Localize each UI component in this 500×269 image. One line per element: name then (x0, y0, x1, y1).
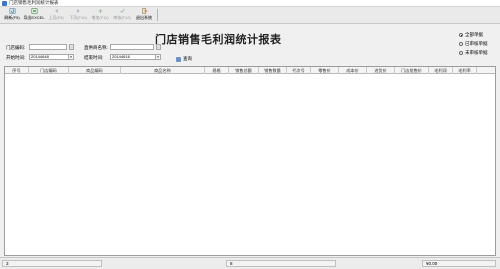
add-button[interactable]: 增加(F11) (89, 7, 111, 23)
option-unaudited-documents-label: 未审核单据 (465, 50, 488, 55)
window-title: 门店销售毛利润统计报表 (9, 0, 59, 5)
column-header[interactable]: 商品编码 (69, 67, 121, 74)
radio-checked-icon[interactable] (459, 33, 463, 37)
audit-icon (119, 8, 125, 13)
column-header[interactable]: 零售价 (311, 67, 339, 74)
start-time-label: 开始时间: (6, 55, 26, 60)
column-header[interactable]: 销售数量 (259, 67, 287, 74)
next-page-button-label: 下页(F10) (69, 15, 87, 20)
supplier-picker-button[interactable]: … (156, 44, 161, 50)
column-header[interactable]: 门店编码 (29, 67, 69, 74)
status-amount-total: ¥0.00 (422, 260, 496, 267)
ellipsis-icon: … (70, 45, 73, 49)
audit-button[interactable]: 审核(F12) (111, 7, 133, 23)
window-titlebar: 门店销售毛利润统计报表 (0, 0, 500, 7)
radio-unchecked-icon[interactable] (459, 42, 463, 46)
search-icon (176, 56, 181, 62)
add-icon (98, 9, 102, 13)
app-icon (2, 0, 7, 6)
refresh-button[interactable]: 刷新(F5) (1, 7, 23, 23)
option-all-documents[interactable]: 全部单据 (459, 32, 483, 38)
column-header[interactable]: 门店批售价 (395, 67, 429, 74)
audit-button-label: 审核(F12) (113, 15, 131, 20)
column-header[interactable]: 商品名称 (121, 67, 205, 74)
add-button-label: 增加(F11) (91, 15, 109, 20)
column-header[interactable]: 代次号 (287, 67, 311, 74)
column-header[interactable]: 销售总额 (229, 67, 259, 74)
column-header[interactable]: 进货价 (367, 67, 395, 74)
export-excel-button-label: 导出EXCEL (23, 15, 45, 20)
next-page-icon (76, 9, 80, 13)
start-time-dropdown-button[interactable]: ▼ (69, 54, 74, 60)
query-button[interactable]: 查询 (176, 56, 192, 62)
toolbar-separator (157, 9, 158, 21)
status-quantity-total: 8 (226, 260, 336, 267)
chevron-down-icon: ▼ (156, 55, 160, 59)
store-code-picker-button[interactable]: … (69, 44, 74, 50)
radio-unchecked-icon[interactable] (459, 51, 463, 55)
refresh-button-label: 刷新(F5) (4, 15, 20, 20)
refresh-icon (9, 8, 15, 14)
previous-page-button[interactable]: 上页(F6) (45, 7, 67, 23)
end-time-label: 结束时间: (84, 55, 104, 60)
status-bar: 3 8 ¥0.00 (0, 257, 500, 269)
option-all-documents-label: 全部单据 (465, 32, 483, 37)
exit-icon (141, 8, 147, 14)
excel-export-icon (31, 8, 37, 14)
exit-button[interactable]: 退出系统 (133, 7, 155, 23)
previous-page-button-label: 上页(F6) (48, 15, 64, 20)
end-time-input[interactable]: 20144616 (110, 54, 156, 60)
status-record-count: 3 (2, 260, 102, 267)
column-header[interactable]: 成本价 (339, 67, 367, 74)
report-grid[interactable]: 序号 门店编码 商品编码 商品名称 规格 销售总额 销售数量 代次号 零售价 成… (4, 66, 496, 256)
query-button-label: 查询 (183, 56, 192, 61)
chevron-down-icon: ▼ (69, 55, 73, 59)
toolbar: 刷新(F5) 导出EXCEL 上页(F6) 下页(F10) 增加(F11) 审核… (0, 7, 500, 24)
next-page-button[interactable]: 下页(F10) (67, 7, 89, 23)
report-title: 门店销售毛利润统计报表 (155, 33, 282, 46)
column-header[interactable]: 序号 (5, 67, 29, 74)
start-time-input[interactable]: 20144648 (29, 54, 69, 60)
supplier-name-label: 直供商名称: (84, 45, 108, 50)
column-header[interactable]: 规格 (205, 67, 229, 74)
end-time-dropdown-button[interactable]: ▼ (156, 54, 161, 60)
export-excel-button[interactable]: 导出EXCEL (23, 7, 45, 23)
exit-button-label: 退出系统 (136, 15, 152, 20)
previous-page-icon (54, 9, 58, 13)
supplier-name-input[interactable] (110, 44, 154, 50)
store-code-label: 门店编码: (6, 45, 26, 50)
ellipsis-icon: … (157, 45, 160, 49)
column-header[interactable]: 毛利润 (429, 67, 453, 74)
option-audited-documents-label: 已审核单据 (465, 41, 488, 46)
grid-header: 序号 门店编码 商品编码 商品名称 规格 销售总额 销售数量 代次号 零售价 成… (5, 67, 495, 74)
column-header[interactable]: 毛利率 (453, 67, 477, 74)
store-code-input[interactable] (29, 44, 67, 50)
option-unaudited-documents[interactable]: 未审核单据 (459, 50, 488, 56)
option-audited-documents[interactable]: 已审核单据 (459, 41, 488, 47)
